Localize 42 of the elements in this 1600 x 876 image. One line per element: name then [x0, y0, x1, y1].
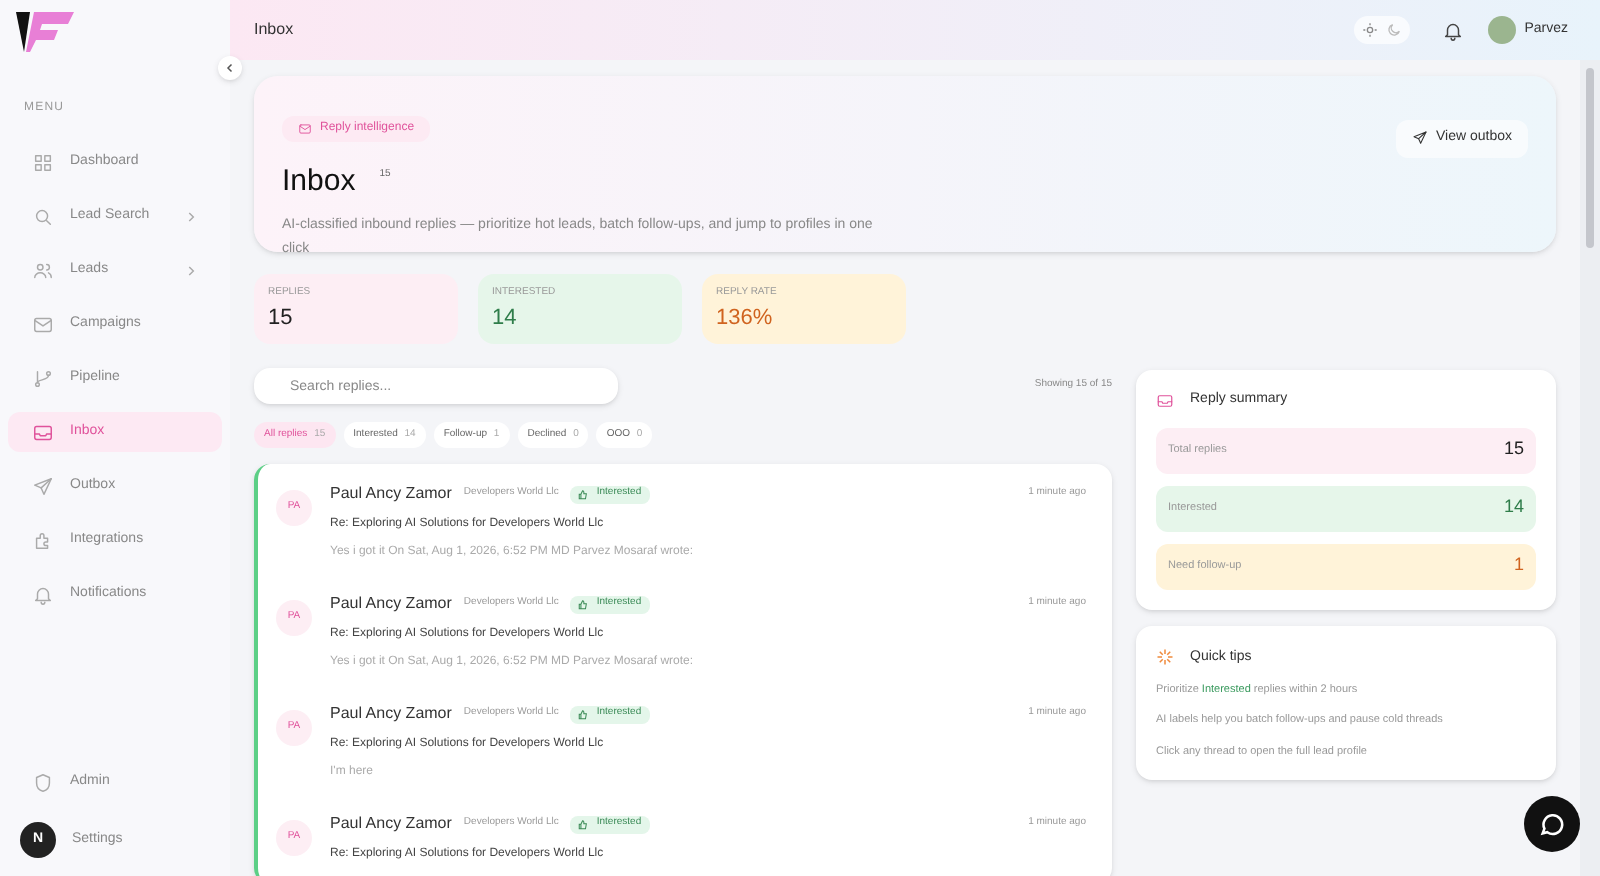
summary-value: 14 — [1503, 494, 1524, 521]
sender-name: Paul Ancy Zamor — [330, 592, 452, 616]
hero-title: Inbox — [282, 162, 356, 202]
thumbs-up-icon — [578, 709, 589, 719]
notifications-button[interactable] — [1442, 19, 1465, 41]
stat-value: 14 — [492, 303, 519, 333]
summary-value: 1 — [1513, 552, 1524, 579]
envelope-icon — [298, 122, 312, 136]
bell-icon — [1442, 19, 1465, 41]
branch-icon — [32, 367, 54, 389]
thumbs-up-icon — [578, 599, 589, 609]
thumbs-up-icon — [578, 489, 589, 499]
chevron-left-icon — [224, 62, 236, 74]
chat-button[interactable] — [1524, 796, 1580, 852]
avatar[interactable] — [1488, 16, 1517, 44]
sender-name: Paul Ancy Zamor — [330, 482, 452, 506]
paper-plane-icon — [32, 475, 54, 497]
chat-bubble-icon — [1538, 810, 1566, 838]
inbox-icon — [1156, 391, 1174, 410]
users-icon — [32, 259, 54, 281]
envelope-icon — [32, 313, 54, 335]
inbox-icon — [32, 421, 54, 443]
moon-icon — [1386, 22, 1403, 38]
stat-value: 136% — [716, 303, 775, 333]
sparkle-icon — [1156, 648, 1174, 667]
search-icon — [32, 205, 54, 227]
scrollbar[interactable] — [1586, 68, 1594, 248]
logo-icon — [16, 8, 76, 56]
thumbs-up-icon — [578, 819, 589, 829]
collapse-button[interactable] — [218, 56, 242, 80]
sun-icon — [1362, 22, 1379, 38]
shield-icon — [32, 771, 54, 793]
sender-name: Paul Ancy Zamor — [330, 702, 452, 726]
bell-icon — [32, 583, 54, 605]
summary-value: 15 — [1503, 436, 1524, 463]
page-title: Inbox — [254, 18, 294, 42]
grid-icon — [32, 151, 54, 173]
stat-value: 15 — [268, 303, 295, 333]
paper-plane-icon — [1411, 130, 1428, 147]
theme-toggle[interactable] — [1354, 16, 1411, 44]
sender-name: Paul Ancy Zamor — [330, 812, 452, 836]
puzzle-icon — [32, 529, 54, 551]
